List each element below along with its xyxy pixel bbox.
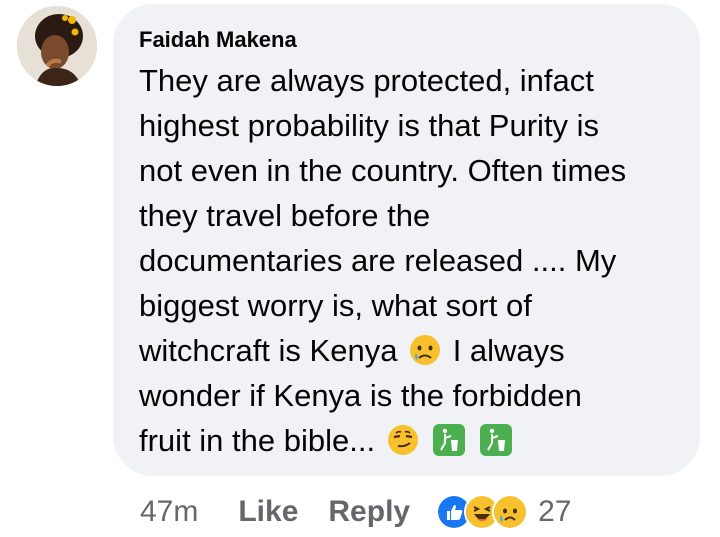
sad-tear-emoji xyxy=(410,335,441,365)
reply-button[interactable]: Reply xyxy=(328,495,410,529)
comment-line: they travel before the xyxy=(139,198,431,233)
avatar[interactable] xyxy=(17,6,97,86)
smirk-emoji xyxy=(387,425,418,455)
litter-bin-emoji xyxy=(433,424,466,456)
comment-line-text: I always xyxy=(452,333,565,368)
comment-line-emoji: fruit in the bible... xyxy=(139,418,676,463)
comment-author[interactable]: Faidah Makena xyxy=(139,26,676,54)
comment-bubble: Faidah Makena They are always protected,… xyxy=(113,4,700,476)
comment-line: not even in the country. Often times xyxy=(139,153,627,188)
comment-line: They are always protected, infact xyxy=(139,63,594,98)
comment-actions: 47m Like Reply 27 xyxy=(140,490,571,534)
comment-line: highest probability is that Purity is xyxy=(139,108,600,143)
reaction-count: 27 xyxy=(538,495,572,528)
avatar-image xyxy=(17,6,97,86)
litter-bin-emoji xyxy=(479,424,512,456)
comment-line: wonder if Kenya is the forbidden xyxy=(139,378,582,413)
comment-line-text: witchcraft is Kenya xyxy=(139,333,398,368)
comment-line-text: fruit in the bible... xyxy=(139,423,376,458)
sad-reaction-icon xyxy=(492,494,529,530)
comment-timestamp[interactable]: 47m xyxy=(140,495,198,529)
comment-line: biggest worry is, what sort of xyxy=(139,288,532,323)
reactions-summary[interactable]: 27 xyxy=(436,494,571,530)
comment-line-emoji: witchcraft is Kenya I always xyxy=(139,328,676,373)
comment: Faidah Makena They are always protected,… xyxy=(0,0,720,537)
comment-line: documentaries are released .... My xyxy=(139,243,617,278)
comment-text: They are always protected, infact highes… xyxy=(139,58,676,463)
like-button[interactable]: Like xyxy=(238,495,298,529)
